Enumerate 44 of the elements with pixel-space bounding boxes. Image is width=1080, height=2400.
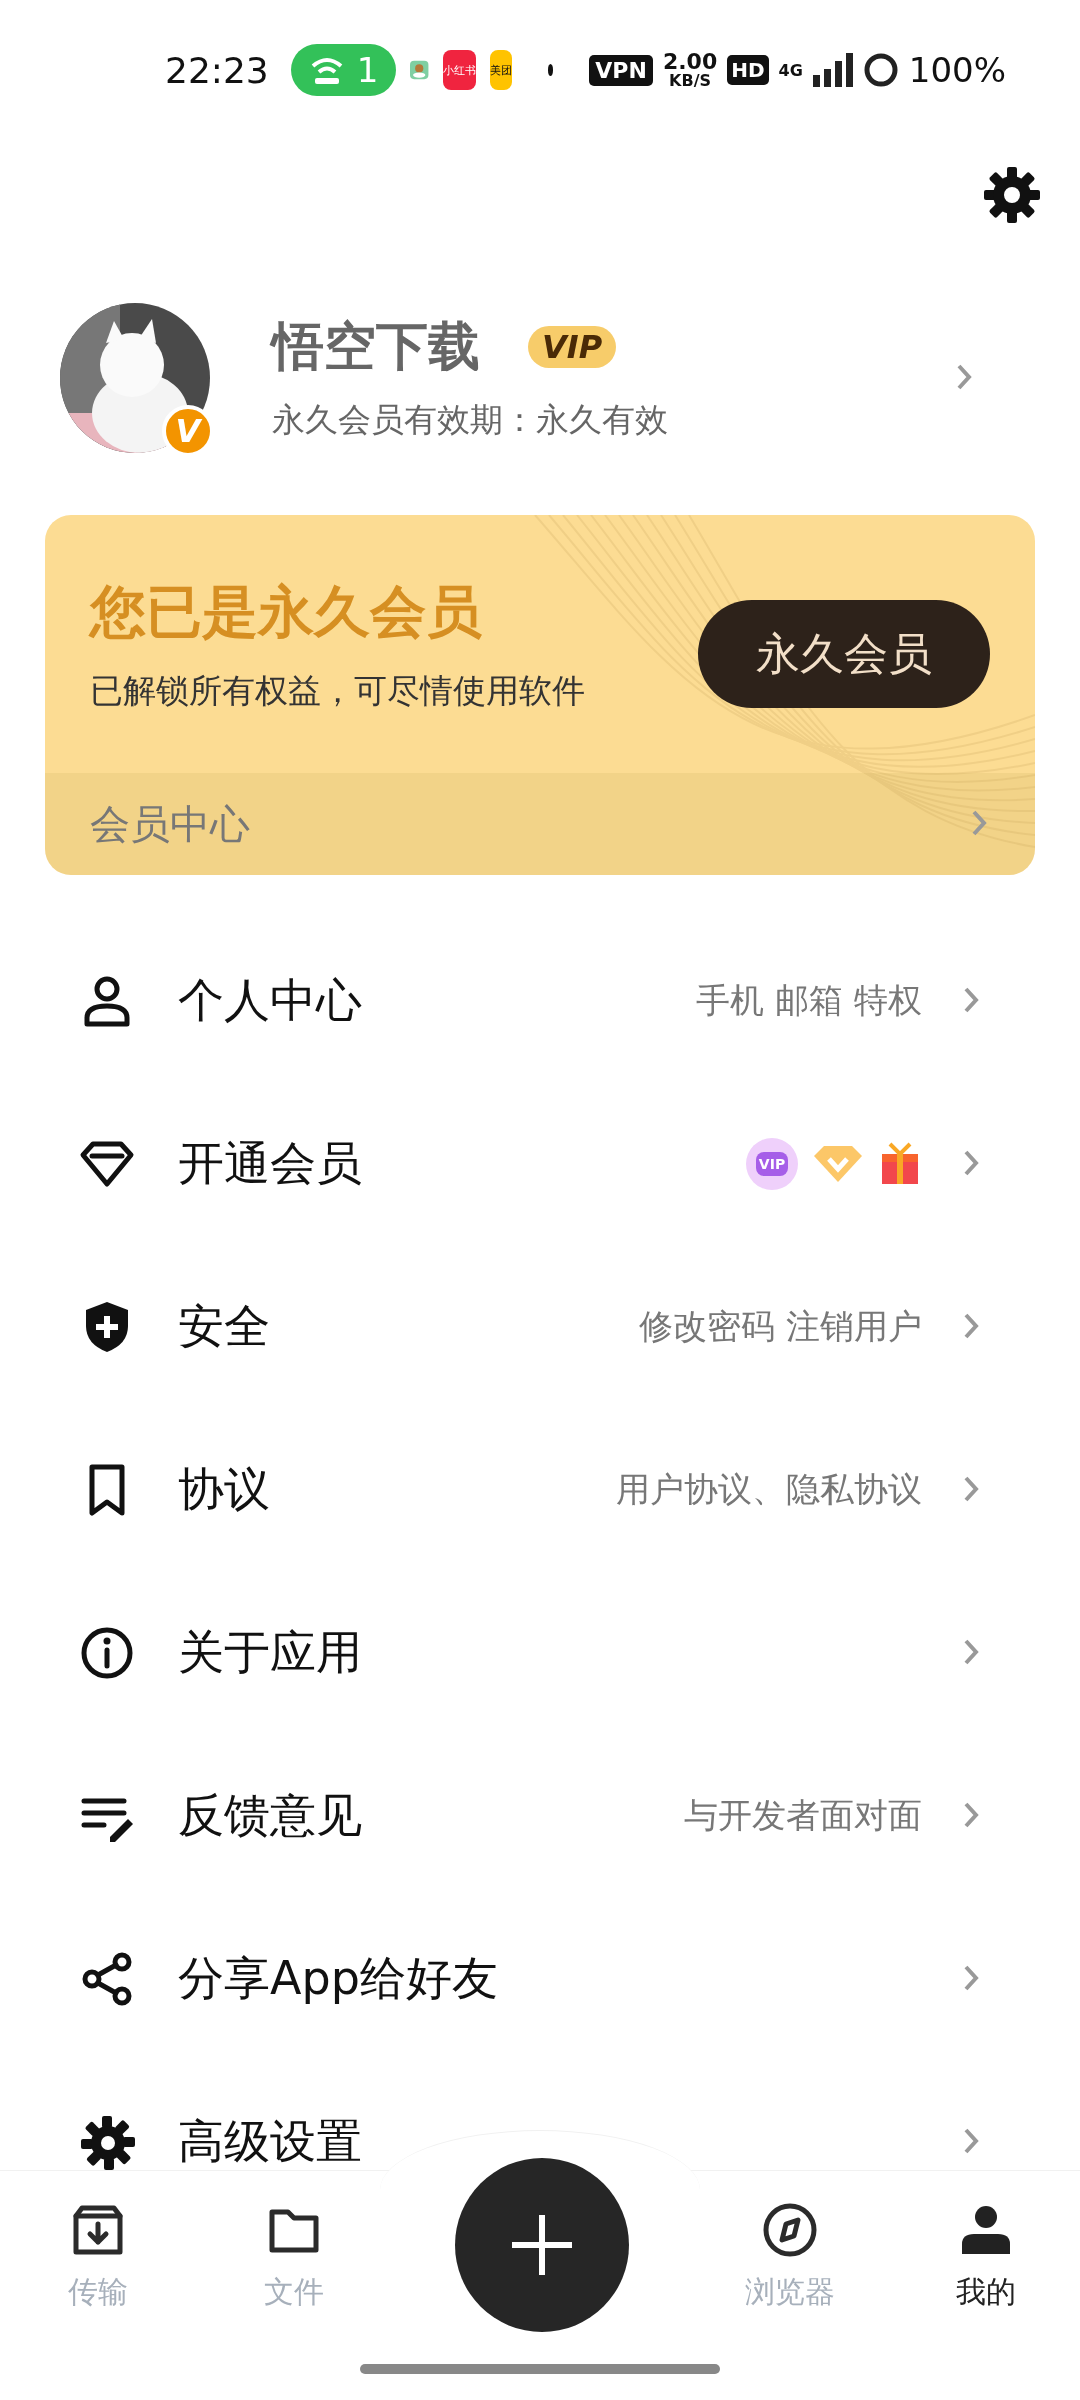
settings-icon[interactable] — [982, 165, 1042, 225]
battery-level: 100% — [908, 50, 1006, 90]
menu-item-detail: 用户协议、隐私协议 — [616, 1467, 922, 1511]
menu-item[interactable]: 反馈意见 与开发者面对面 — [0, 1734, 1080, 1897]
menu-item[interactable]: 协议 用户协议、隐私协议 — [0, 1408, 1080, 1571]
menu-item-label: 协议 — [178, 1460, 271, 1518]
menu-item-label: 高级设置 — [178, 2112, 363, 2170]
membership-validity: 永久会员有效期：永久有效 — [272, 399, 669, 441]
vip-badge: VIP — [528, 326, 617, 368]
menu-item-label: 开通会员 — [178, 1134, 363, 1192]
menu-item-label: 安全 — [178, 1297, 271, 1355]
network-speed: 2.00 — [662, 51, 718, 73]
signal-icon — [812, 53, 853, 87]
membership-title: 您已是永久会员 — [90, 577, 483, 646]
menu-item-detail: 与开发者面对面 — [684, 1793, 922, 1837]
hotspot-count: 1 — [356, 50, 379, 90]
menu-item[interactable]: 分享App给好友 — [0, 1897, 1080, 2060]
plus-icon — [510, 2213, 574, 2277]
clock-time: 22:23 — [165, 49, 269, 91]
member-center-label: 会员中心 — [90, 799, 250, 849]
menu-item[interactable]: 安全 修改密码 注销用户 — [0, 1245, 1080, 1408]
speed-unit: KB/S — [669, 73, 712, 89]
network-type: 4G — [778, 60, 803, 80]
vpn-indicator: VPN — [589, 54, 653, 86]
menu-item-detail: 修改密码 注销用户 — [639, 1304, 922, 1348]
compass-icon — [762, 2202, 818, 2258]
vip-hexagon-badge: VIP — [746, 1137, 798, 1190]
app-icon: 小红书 — [442, 50, 476, 90]
battery-ring-icon — [862, 52, 899, 88]
notification-dot — [547, 64, 554, 76]
nav-tab[interactable]: 我的 — [888, 2170, 1080, 2400]
menu-item-detail: 手机 邮箱 特权 — [696, 978, 922, 1022]
diamond-badge-icon — [812, 1143, 864, 1184]
app-icon: 美团 — [489, 50, 512, 90]
membership-button[interactable]: 永久会员 — [698, 600, 990, 708]
menu-item[interactable]: 开通会员 VIP — [0, 1082, 1080, 1245]
hd-indicator: HD — [727, 55, 769, 85]
menu-item[interactable]: 关于应用 — [0, 1571, 1080, 1734]
menu-item-label: 分享App给好友 — [178, 1949, 499, 2007]
membership-description: 已解锁所有权益，可尽情使用软件 — [90, 669, 586, 712]
menu-item-label: 反馈意见 — [178, 1786, 363, 1844]
menu-item[interactable]: 个人中心 手机 邮箱 特权 — [0, 919, 1080, 1082]
menu-item-label: 关于应用 — [178, 1623, 363, 1681]
menu-item-label: 个人中心 — [178, 971, 363, 1029]
